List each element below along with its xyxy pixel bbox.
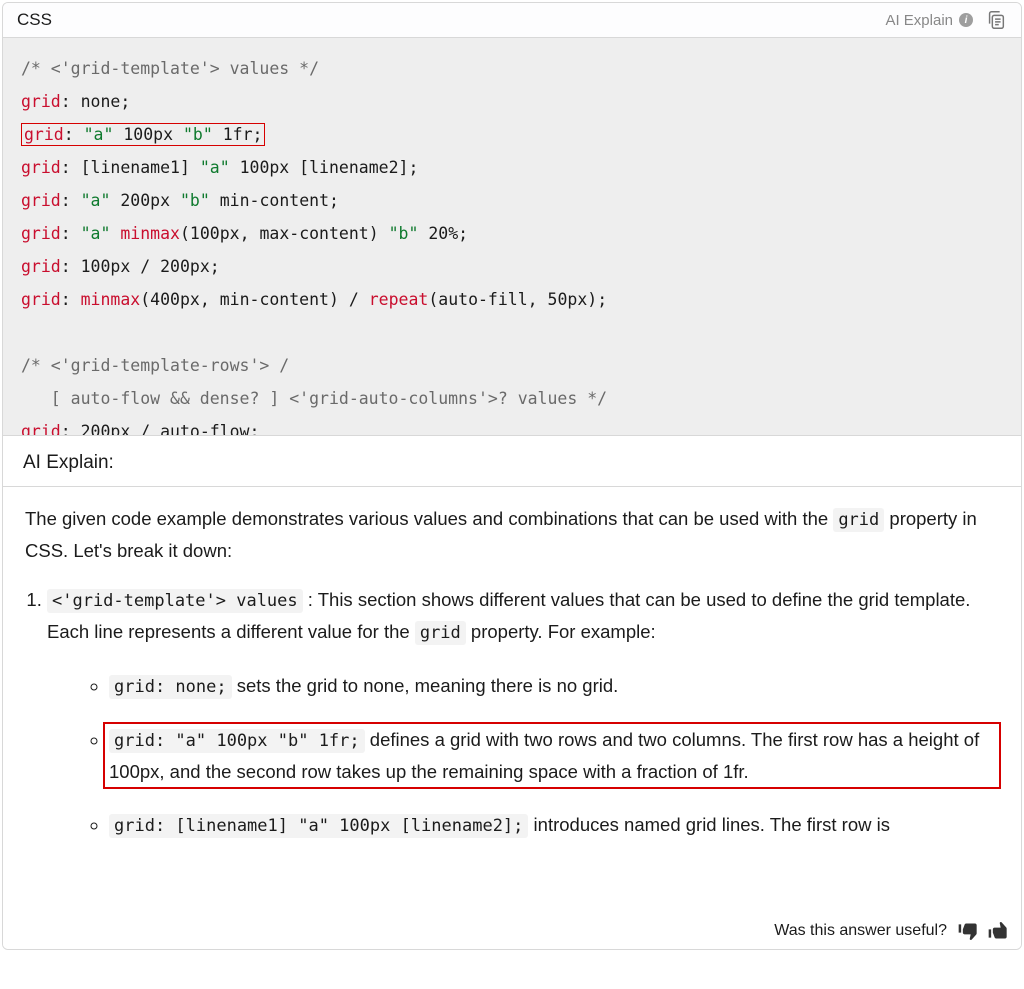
panel-title: CSS [17, 10, 52, 30]
code-string: "b" [389, 224, 419, 243]
list-item: grid: [linename1] "a" 100px [linename2];… [109, 809, 999, 841]
inline-code: grid [415, 621, 466, 645]
explain-ordered-list: <'grid-template'> values : This section … [25, 584, 999, 841]
code-prop: grid [21, 92, 61, 111]
ai-explain-heading: AI Explain: [3, 436, 1021, 487]
code-text: 100px [linename2]; [230, 158, 419, 177]
code-string: "a" [81, 191, 111, 210]
feedback-bar: Was this answer useful? [3, 915, 1021, 949]
ai-explain-button[interactable]: AI Explain i [885, 12, 973, 29]
code-comment: [ auto-flow && dense? ] <'grid-auto-colu… [21, 389, 607, 408]
code-text: (100px, max-content) [180, 224, 389, 243]
code-prop: grid [21, 224, 61, 243]
code-comment: /* <'grid-template-rows'> / [21, 356, 289, 375]
code-string: "a" [84, 125, 114, 144]
code-prop: grid [21, 290, 61, 309]
list-item: grid: none; sets the grid to none, meani… [109, 670, 999, 702]
ai-explain-body: The given code example demonstrates vari… [3, 487, 1021, 915]
list-item-highlighted: grid: "a" 100px "b" 1fr; defines a grid … [109, 724, 999, 787]
code-panel: CSS AI Explain i /* <'grid-template'> va… [2, 2, 1022, 950]
code-text: : none; [61, 92, 131, 111]
code-prop: grid [21, 422, 61, 435]
code-text: 100px [113, 125, 183, 144]
code-text: (400px, min-content) / [140, 290, 368, 309]
code-text: : 200px / auto-flow; [61, 422, 260, 435]
feedback-prompt: Was this answer useful? [774, 922, 947, 940]
code-block: /* <'grid-template'> values */ grid: non… [3, 38, 1021, 435]
code-prop: grid [21, 257, 61, 276]
explain-text: introduces named grid lines. The first r… [528, 814, 890, 835]
info-icon: i [959, 13, 973, 27]
explain-bullet-list: grid: none; sets the grid to none, meani… [87, 670, 999, 841]
code-fn: repeat [369, 290, 429, 309]
inline-code: grid [833, 508, 884, 532]
explain-text: sets the grid to none, meaning there is … [232, 675, 619, 696]
code-string: "a" [81, 224, 111, 243]
list-item: <'grid-template'> values : This section … [47, 584, 999, 841]
code-string: "b" [180, 191, 210, 210]
code-text: : [linename1] [61, 158, 200, 177]
thumbs-down-icon[interactable] [957, 921, 977, 941]
code-prop: grid [21, 191, 61, 210]
explain-text: property. For example: [466, 621, 656, 642]
inline-code: grid: "a" 100px "b" 1fr; [109, 729, 365, 753]
highlighted-code-line: grid: "a" 100px "b" 1fr; [21, 123, 265, 146]
header-actions: AI Explain i [885, 9, 1007, 31]
thumbs-up-icon[interactable] [987, 921, 1007, 941]
explain-text: The given code example demonstrates vari… [25, 508, 833, 529]
ai-explain-panel: AI Explain: The given code example demon… [3, 435, 1021, 949]
code-fn: minmax [120, 224, 180, 243]
code-string: "a" [200, 158, 230, 177]
inline-code: grid: [linename1] "a" 100px [linename2]; [109, 814, 528, 838]
code-text: 200px [110, 191, 180, 210]
code-text: 1fr; [213, 125, 263, 144]
code-fn: minmax [81, 290, 141, 309]
code-text: (auto-fill, 50px); [428, 290, 607, 309]
code-text: 20%; [418, 224, 468, 243]
code-prop: grid [21, 158, 61, 177]
ai-explain-label: AI Explain [885, 12, 953, 29]
code-comment: /* <'grid-template'> values */ [21, 59, 319, 78]
inline-code: <'grid-template'> values [47, 589, 303, 613]
explain-intro: The given code example demonstrates vari… [25, 503, 999, 566]
copy-icon[interactable] [985, 9, 1007, 31]
code-text: min-content; [210, 191, 339, 210]
code-text: : 100px / 200px; [61, 257, 220, 276]
inline-code: grid: none; [109, 675, 232, 699]
code-prop: grid [24, 125, 64, 144]
code-string: "b" [183, 125, 213, 144]
panel-header: CSS AI Explain i [3, 3, 1021, 38]
